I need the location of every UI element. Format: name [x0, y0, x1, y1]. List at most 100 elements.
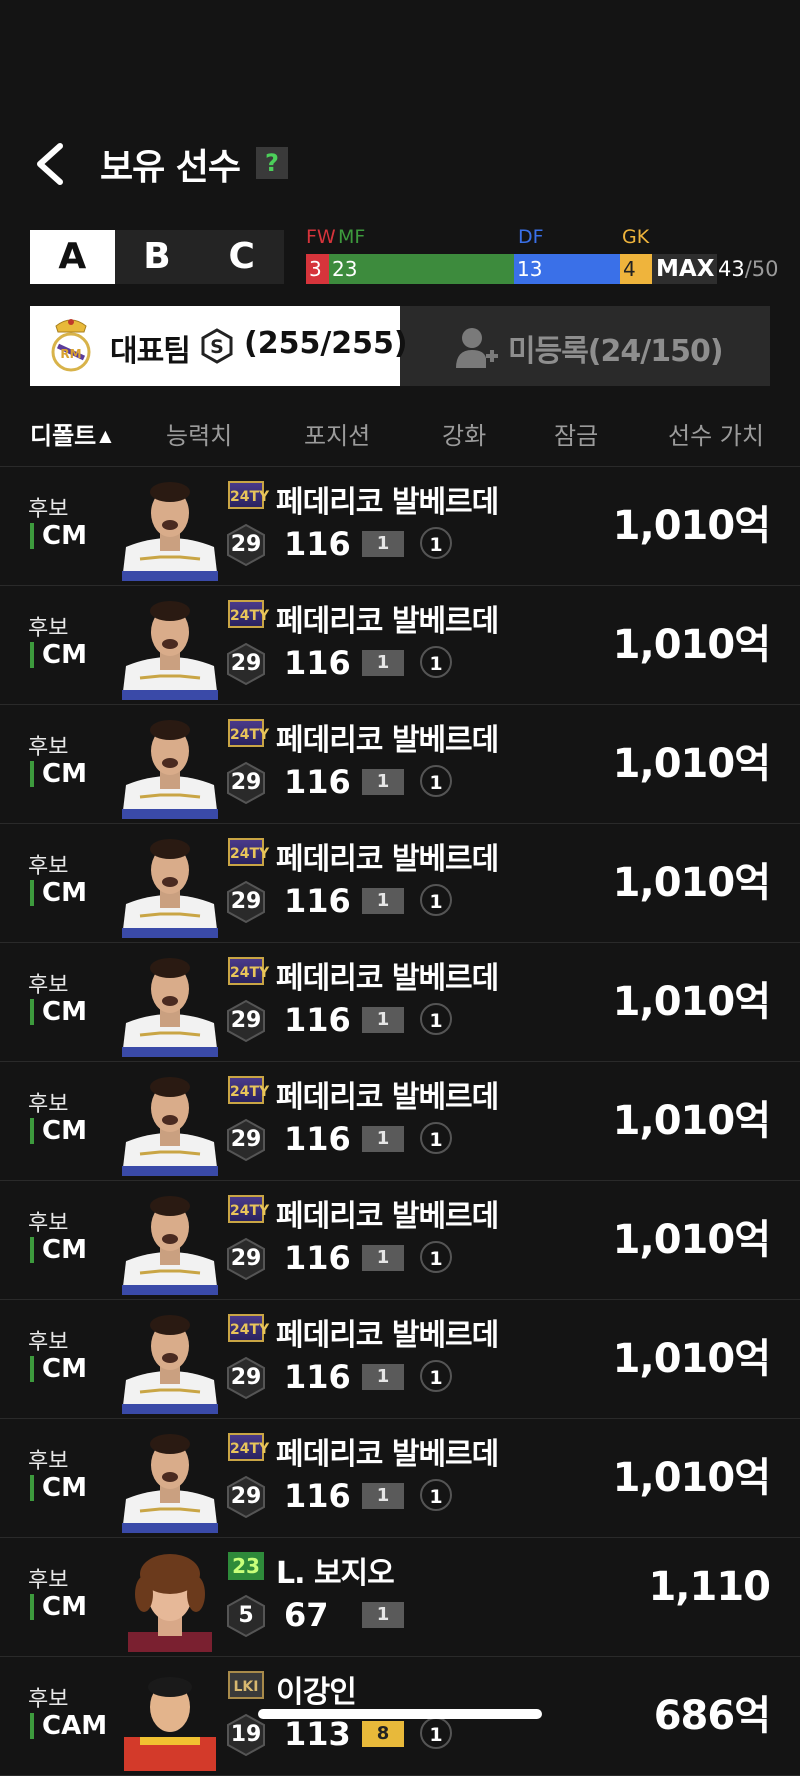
player-value: 1,010억: [612, 860, 771, 906]
player-level: 29: [230, 1246, 262, 1271]
player-position: CM: [30, 1475, 87, 1501]
sort-lock[interactable]: 잠금: [554, 416, 598, 451]
player-level: 5: [238, 1603, 254, 1628]
player-position: CM: [30, 999, 87, 1025]
player-value: 1,010억: [612, 979, 771, 1025]
player-list: 후보 CM 24TY 페데리코 발베르데 29 116 1 1 1,010억 후보 CM 24TY 페데…: [0, 466, 800, 1776]
enhance-level: 1: [362, 888, 404, 914]
player-status: 후보: [28, 1092, 69, 1117]
season-badge: LKI: [228, 1671, 264, 1699]
season-badge: 24TY: [228, 1433, 269, 1461]
player-row[interactable]: 후보 CM 24TY 페데리코 발베르데 29 116 1 1 1,010억: [0, 1300, 800, 1419]
player-level: 29: [230, 1008, 262, 1033]
season-badge: 24TY: [228, 719, 269, 747]
player-photo: [120, 477, 220, 581]
player-photo: [120, 1310, 220, 1414]
player-status: 후보: [28, 1449, 69, 1474]
player-photo-icon: [122, 839, 218, 938]
player-photo: [120, 1429, 220, 1533]
player-name: 페데리코 발베르데: [276, 961, 499, 996]
player-photo-icon: [122, 1315, 218, 1414]
player-name: 페데리코 발베르데: [276, 1199, 499, 1234]
lock-count: 1: [420, 1122, 452, 1154]
player-row[interactable]: 후보 CM 24TY 페데리코 발베르데 29 116 1 1 1,010억: [0, 705, 800, 824]
enhance-level: 1: [362, 531, 404, 557]
main-team-button[interactable]: RM 대표팀 S (255/255): [30, 306, 408, 386]
player-photo-icon: [122, 1434, 218, 1533]
player-row[interactable]: 후보 CM 24TY 페데리코 발베르데 29 116 1 1 1,010억: [0, 1181, 800, 1300]
player-status: 후보: [28, 616, 69, 641]
level-badge: 29: [224, 642, 268, 686]
back-button[interactable]: [32, 142, 72, 186]
enhance-level: 1: [362, 769, 404, 795]
enhance-level: 1: [362, 1245, 404, 1271]
squad-tab-b[interactable]: B: [115, 230, 200, 284]
squad-tab-a[interactable]: A: [30, 230, 115, 284]
player-photo-icon: [122, 958, 218, 1057]
player-name: 이강인: [276, 1675, 357, 1710]
svg-text:RM: RM: [60, 347, 81, 361]
squad-tabs: A B C: [30, 230, 284, 284]
player-count-max: /50: [744, 257, 779, 281]
sort-ability[interactable]: 능력치: [166, 416, 232, 451]
sort-bar: 디폴트 ▲ 능력치 포지션 강화 잠금 선수 가치: [0, 404, 800, 458]
player-row[interactable]: 후보 CM 24TY 페데리코 발베르데 29 116 1 1 1,010억: [0, 586, 800, 705]
player-status: 후보: [28, 1687, 69, 1712]
player-name: L. 보지오: [276, 1556, 395, 1591]
mf-label: MF: [338, 226, 366, 248]
sort-default-label: 디폴트: [30, 422, 97, 450]
player-position: CM: [30, 523, 87, 549]
player-photo: [120, 953, 220, 1057]
player-ovr: 116: [284, 882, 351, 920]
player-row[interactable]: 후보 CM 24TY 페데리코 발베르데 29 116 1 1 1,010억: [0, 824, 800, 943]
player-position: CM: [30, 1594, 87, 1620]
player-level: 29: [230, 532, 262, 557]
player-value: 1,010억: [612, 1336, 771, 1382]
level-badge: 29: [224, 880, 268, 924]
player-position: CM: [30, 761, 87, 787]
chevron-left-icon: [37, 143, 63, 185]
sort-value[interactable]: 선수 가치: [668, 416, 764, 451]
lock-count: 1: [420, 884, 452, 916]
level-badge: 29: [224, 999, 268, 1043]
enhance-level: 1: [362, 1364, 404, 1390]
player-status: 후보: [28, 1568, 69, 1593]
player-row[interactable]: 후보 CM 24TY 페데리코 발베르데 29 116 1 1 1,010억: [0, 467, 800, 586]
mf-segment: 23: [329, 254, 514, 284]
level-badge: 29: [224, 1356, 268, 1400]
season-badge: 24TY: [228, 1314, 269, 1342]
player-status: 후보: [28, 1330, 69, 1355]
player-count-current: 43: [718, 257, 745, 281]
player-value: 1,010억: [612, 1217, 771, 1263]
player-count: 43/50: [718, 254, 779, 284]
player-status: 후보: [28, 973, 69, 998]
player-name: 페데리코 발베르데: [276, 1318, 499, 1353]
player-row[interactable]: 후보 CM 24TY 페데리코 발베르데 29 116 1 1 1,010억: [0, 1419, 800, 1538]
player-status: 후보: [28, 1211, 69, 1236]
player-row[interactable]: 후보 CM 24TY 페데리코 발베르데 29 116 1 1 1,010억: [0, 1062, 800, 1181]
player-row[interactable]: 후보 CM 23 L. 보지오 5 67 1 1,110: [0, 1538, 800, 1657]
lock-count: 1: [420, 1241, 452, 1273]
player-row[interactable]: 후보 CM 24TY 페데리코 발베르데 29 116 1 1 1,010억: [0, 943, 800, 1062]
sort-default[interactable]: 디폴트 ▲: [30, 416, 112, 451]
lock-count: 1: [420, 765, 452, 797]
lock-count: 1: [420, 527, 452, 559]
player-photo-icon: [122, 1077, 218, 1176]
player-status: 후보: [28, 497, 69, 522]
level-badge: 5: [224, 1594, 268, 1638]
player-level: 29: [230, 1484, 262, 1509]
home-indicator[interactable]: [258, 1709, 542, 1719]
unregistered-button[interactable]: 미등록(24/150): [400, 306, 770, 386]
sort-position[interactable]: 포지션: [304, 416, 370, 451]
help-button[interactable]: ?: [256, 147, 288, 179]
season-badge: 24TY: [228, 957, 269, 985]
player-photo-icon: [124, 1677, 216, 1771]
level-badge: 29: [224, 1237, 268, 1281]
player-status: 후보: [28, 735, 69, 760]
player-photo: [120, 1667, 220, 1771]
gk-label: GK: [622, 226, 650, 248]
enhance-level: 1: [362, 1126, 404, 1152]
squad-tab-c[interactable]: C: [199, 230, 284, 284]
enhance-level: 1: [362, 650, 404, 676]
sort-enhance[interactable]: 강화: [442, 416, 486, 451]
